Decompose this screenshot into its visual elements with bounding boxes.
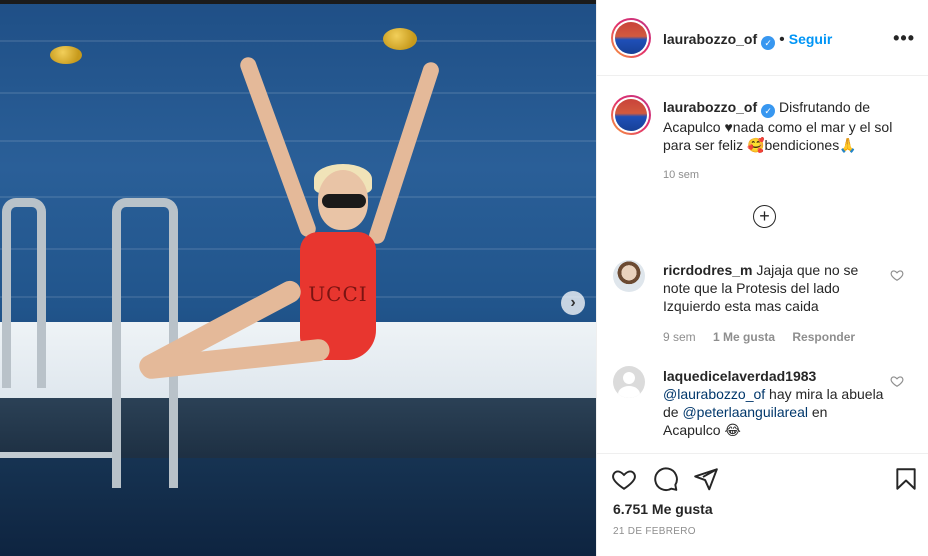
caption-time[interactable]: 10 sem [663,166,903,184]
caption: laurabozzo_of ✓ Disfrutando de Acapulco ♥… [663,98,903,184]
commenter-username[interactable]: ricrdodres_m [663,262,752,278]
commenter-avatar[interactable] [613,260,645,292]
like-heart-icon[interactable] [611,466,637,492]
comment-body: ricrdodres_m Jajaja que no se note que l… [663,261,888,315]
author-avatar[interactable] [611,18,651,58]
next-photo-button[interactable]: › [561,291,585,315]
comment-likes[interactable]: 1 Me gusta [713,330,775,344]
author-username[interactable]: laurabozzo_of [663,31,757,47]
like-comment-heart-icon[interactable] [890,374,904,388]
praying-hands-emoji-icon: 🙏 [839,137,857,153]
comment-meta: 9 sem 1 Me gusta Responder [663,330,869,344]
post-date[interactable]: 21 DE FEBRERO [613,526,696,537]
swimsuit-logo-text: UCCI [308,282,368,306]
floating-platform-side [0,398,596,460]
separator-dot: • [779,31,785,48]
buoy [383,28,417,50]
more-options-icon[interactable]: ••• [893,28,915,49]
verified-icon: ✓ [761,104,776,118]
comment-time[interactable]: 9 sem [663,330,696,344]
laughing-emoji-icon: 😂 [724,422,741,438]
sea-ripple [0,40,596,42]
buoy [50,46,82,64]
save-bookmark-icon[interactable] [893,466,919,492]
like-comment-heart-icon[interactable] [890,268,904,282]
sea-ripple [0,92,596,94]
commenter-username[interactable]: laquedicelaverdad1983 [663,368,816,384]
comment-bubble-icon[interactable] [653,466,679,492]
photo-top-edge [0,0,596,4]
caption-username[interactable]: laurabozzo_of [663,99,757,115]
mention-link[interactable]: @peterlaanguilareal [682,404,808,420]
post-header: laurabozzo_of ✓ • Seguir ••• [597,0,928,76]
water-foreground [0,458,596,556]
load-more-comments-icon[interactable]: + [753,205,776,228]
ladder-rail [2,198,46,388]
mention-link[interactable]: @laurabozzo_of [663,386,765,402]
sunglasses [322,194,366,208]
post-side-panel: laurabozzo_of ✓ • Seguir ••• laurabozzo_of ✓… [596,0,928,556]
caption-author-avatar[interactable] [611,95,651,135]
reply-button[interactable]: Responder [792,330,855,344]
post-photo[interactable]: UCCI › [0,0,596,556]
ladder-step [0,452,112,458]
comment-body: laquedicelaverdad1983 @laurabozzo_of hay… [663,367,888,439]
sea-ripple [0,140,596,142]
raised-arm [367,60,441,246]
verified-icon: ✓ [761,36,776,50]
sea-ripple [0,248,596,250]
post-actions: 6.751 Me gusta 21 DE FEBRERO [597,453,928,556]
share-paper-plane-icon[interactable] [693,466,719,492]
likes-count[interactable]: 6.751 Me gusta [613,501,713,517]
raised-arm [237,54,319,240]
header-user-row: laurabozzo_of ✓ • Seguir [663,31,832,50]
follow-button[interactable]: Seguir [789,31,833,47]
caption-tail: bendiciones [764,137,840,153]
smiling-emoji-icon: 🥰 [747,137,765,153]
commenter-avatar-default[interactable] [613,366,645,398]
instagram-post-modal: UCCI › laurabozzo_of ✓ • Seguir ••• laurabo… [0,0,928,556]
